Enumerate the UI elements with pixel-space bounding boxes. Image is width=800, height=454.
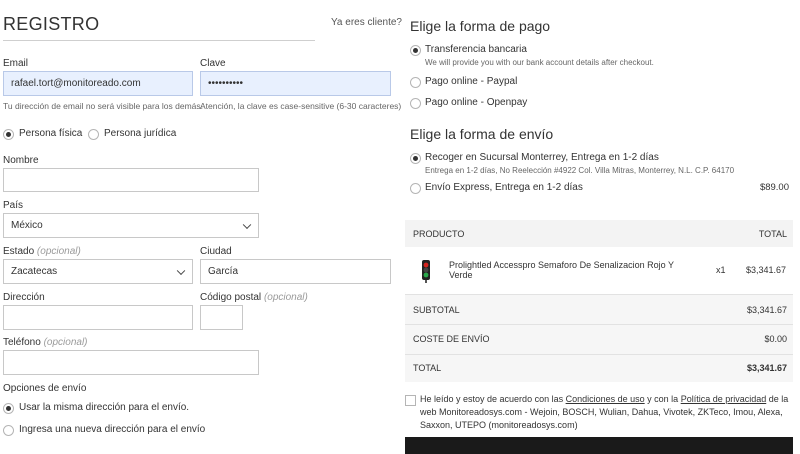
postal-label: Código postal (opcional) bbox=[200, 292, 308, 303]
express-radio[interactable] bbox=[410, 183, 421, 194]
terms-checkbox[interactable] bbox=[405, 395, 416, 406]
ciudad-field[interactable]: García bbox=[200, 259, 391, 284]
persona-fisica-label: Persona física bbox=[19, 128, 83, 139]
chevron-down-icon bbox=[176, 266, 186, 275]
postal-field[interactable] bbox=[200, 305, 243, 330]
terms-part1: He leído y estoy de acuerdo con las bbox=[420, 394, 566, 404]
estado-optional: (opcional) bbox=[36, 246, 81, 257]
transferencia-desc: We will provide you with our bank accoun… bbox=[425, 58, 654, 67]
terms-brands: Monitoreadosys.com - Wejoin, BOSCH, Wuli… bbox=[420, 407, 783, 430]
product-price: $3,341.67 bbox=[745, 265, 786, 275]
password-hint: Atención, la clave es case-sensitive (6-… bbox=[200, 101, 402, 111]
postal-optional: (opcional) bbox=[263, 292, 308, 303]
estado-value: Zacatecas bbox=[11, 266, 58, 277]
email-field[interactable]: rafael.tort@monitoreado.com bbox=[3, 71, 193, 96]
sucursal-label: Recoger en Sucursal Monterrey, Entrega e… bbox=[425, 152, 659, 163]
checkout-button[interactable] bbox=[405, 437, 793, 454]
openpay-radio[interactable] bbox=[410, 98, 421, 109]
title-divider bbox=[3, 40, 315, 41]
persona-juridica-label: Persona jurídica bbox=[104, 128, 177, 139]
telefono-label: Teléfono (opcional) bbox=[3, 337, 88, 348]
direccion-label: Dirección bbox=[3, 292, 45, 303]
paypal-label: Pago online - Paypal bbox=[425, 76, 518, 87]
traffic-light-icon bbox=[419, 259, 433, 288]
envio-misma-radio[interactable] bbox=[3, 403, 14, 414]
page-title: REGISTRO bbox=[3, 14, 100, 34]
envio-nueva-label: Ingresa una nueva dirección para el enví… bbox=[19, 424, 206, 435]
sucursal-radio[interactable] bbox=[410, 153, 421, 164]
telefono-label-text: Teléfono bbox=[3, 337, 41, 348]
pais-select[interactable]: México bbox=[3, 213, 259, 238]
ciudad-label: Ciudad bbox=[200, 246, 232, 257]
openpay-label: Pago online - Openpay bbox=[425, 97, 528, 108]
estado-label: Estado (opcional) bbox=[3, 246, 81, 257]
estado-select[interactable]: Zacatecas bbox=[3, 259, 193, 284]
password-field[interactable]: •••••••••• bbox=[200, 71, 391, 96]
envio-title: Elige la forma de envío bbox=[410, 126, 554, 142]
pais-value: México bbox=[11, 220, 43, 231]
estado-label-text: Estado bbox=[3, 246, 35, 257]
persona-fisica-radio[interactable] bbox=[3, 129, 14, 140]
envio-nueva-radio[interactable] bbox=[3, 425, 14, 436]
nombre-label: Nombre bbox=[3, 155, 39, 166]
persona-juridica-radio[interactable] bbox=[88, 129, 99, 140]
total-value: $3,341.67 bbox=[746, 363, 787, 373]
chevron-down-icon bbox=[242, 220, 252, 229]
express-label: Envío Express, Entrega en 1-2 días bbox=[425, 182, 583, 193]
condiciones-link[interactable]: Condiciones de uso bbox=[566, 394, 645, 404]
header-producto: PRODUCTO bbox=[413, 229, 465, 239]
subtotal-label: SUBTOTAL bbox=[413, 305, 460, 315]
telefono-optional: (opcional) bbox=[43, 337, 88, 348]
email-label: Email bbox=[3, 58, 29, 69]
paypal-radio[interactable] bbox=[410, 77, 421, 88]
terms-part4: (monitoreadosys.com) bbox=[486, 420, 578, 430]
terms-part2: y con la bbox=[644, 394, 681, 404]
transferencia-label: Transferencia bancaria bbox=[425, 44, 527, 55]
password-label: Clave bbox=[200, 58, 226, 69]
coste-value: $0.00 bbox=[764, 334, 787, 344]
direccion-field[interactable] bbox=[3, 305, 193, 330]
terms-text: He leído y estoy de acuerdo con las Cond… bbox=[420, 393, 790, 432]
product-name[interactable]: Prolightled Accesspro Semaforo De Senali… bbox=[449, 260, 699, 280]
email-hint: Tu dirección de email no será visible pa… bbox=[3, 101, 204, 111]
already-client-link[interactable]: Ya eres cliente? bbox=[331, 17, 402, 28]
pago-title: Elige la forma de pago bbox=[410, 18, 551, 34]
coste-label: COSTE DE ENVÍO bbox=[413, 334, 490, 344]
subtotal-bg bbox=[405, 295, 793, 324]
pais-label: País bbox=[3, 200, 24, 211]
subtotal-value: $3,341.67 bbox=[746, 305, 787, 315]
envio-misma-label: Usar la misma dirección para el envío. bbox=[19, 402, 190, 413]
header-total: TOTAL bbox=[758, 229, 787, 239]
privacidad-link[interactable]: Política de privacidad bbox=[681, 394, 767, 404]
express-price: $89.00 bbox=[759, 182, 789, 193]
nombre-field[interactable] bbox=[3, 168, 259, 192]
product-qty: x1 bbox=[716, 265, 726, 275]
total-bg bbox=[405, 355, 793, 382]
envio-opciones-label: Opciones de envío bbox=[3, 383, 87, 394]
telefono-field[interactable] bbox=[3, 350, 259, 375]
total-label: TOTAL bbox=[413, 363, 442, 373]
postal-label-text: Código postal bbox=[200, 292, 262, 303]
transferencia-radio[interactable] bbox=[410, 45, 421, 56]
sucursal-desc: Entrega en 1-2 días, No Reelección #4922… bbox=[425, 166, 735, 175]
